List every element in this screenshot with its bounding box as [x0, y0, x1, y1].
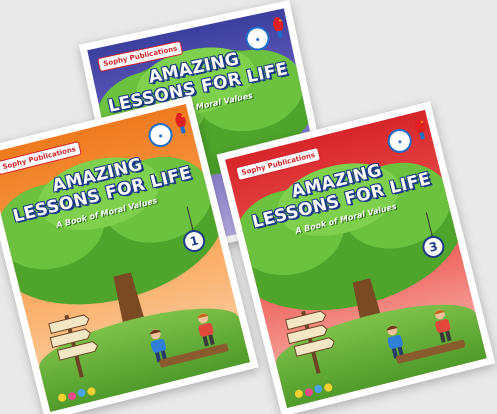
cover-art: Sophy Publications ● AMAZING LESSONS FOR…	[225, 109, 487, 409]
parrot-icon	[175, 112, 186, 134]
book-covers-stage: Sophy Publications ● AMAZING LESSONS FOR…	[0, 0, 497, 414]
parrot-icon	[414, 118, 426, 140]
